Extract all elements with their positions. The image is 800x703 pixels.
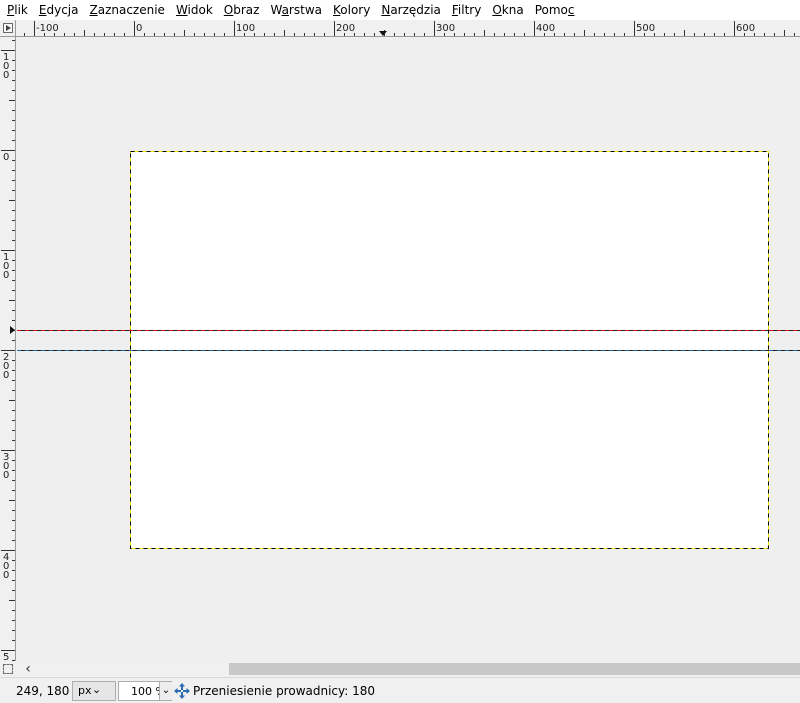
- ruler-label: 0: [3, 152, 9, 163]
- unit-select[interactable]: px ⌄: [72, 681, 116, 701]
- menu-item-edycja[interactable]: Edycja: [34, 0, 85, 20]
- ruler-label: 200: [3, 352, 9, 381]
- horizontal-guide[interactable]: [17, 350, 800, 351]
- horizontal-ruler[interactable]: -100 0 100 200 300 400 500 600: [16, 20, 800, 37]
- ruler-label: 400: [536, 23, 555, 34]
- ruler-pointer-marker: [379, 31, 387, 36]
- menu-item-narzędzia[interactable]: Narzędzia: [376, 0, 447, 20]
- navigation-menu-button[interactable]: [3, 23, 13, 33]
- menu-item-warstwa[interactable]: Warstwa: [265, 0, 328, 20]
- status-message: Przeniesienie prowadnicy: 180: [193, 684, 376, 698]
- menu-item-pomoc[interactable]: Pomoc: [530, 0, 581, 20]
- statusbar: 249, 180 px ⌄ 100 % ⌄ Przeniesienie prow…: [0, 677, 800, 703]
- vertical-ruler-graphic: 1 0 0 0 1 0 0 2 0 0 3 0 0 4 0 0 5: [1, 40, 15, 661]
- pointer-coordinates: 249, 180: [16, 684, 70, 698]
- menu-item-widok[interactable]: Widok: [171, 0, 219, 20]
- vertical-ruler[interactable]: 100 0 100 200 300 400 5: [0, 37, 16, 661]
- menu-item-plik[interactable]: Plik: [2, 0, 34, 20]
- menu-item-okna[interactable]: Okna: [487, 0, 529, 20]
- unit-value: px: [78, 684, 92, 697]
- ruler-pointer-marker: [10, 326, 15, 334]
- chevron-down-icon: ⌄: [92, 683, 102, 696]
- ruler-label: 300: [3, 452, 9, 481]
- canvas-area[interactable]: [17, 38, 800, 661]
- ruler-label: 5: [3, 652, 9, 661]
- ruler-label: 500: [636, 23, 655, 34]
- ruler-label: 0: [136, 23, 142, 34]
- ruler-label: -100: [36, 23, 59, 34]
- ruler-label: 200: [336, 23, 355, 34]
- ruler-label: 600: [736, 23, 755, 34]
- navigate-icon[interactable]: [3, 664, 13, 674]
- ruler-corner: [0, 20, 16, 37]
- scroll-left-icon[interactable]: ‹: [20, 661, 36, 677]
- ruler-label: 100: [3, 52, 9, 81]
- ruler-label: 100: [3, 252, 9, 281]
- horizontal-ruler-graphic: -100 0 100 200 300 400 500 600: [24, 21, 795, 36]
- menu-item-kolory[interactable]: Kolory: [328, 0, 376, 20]
- scrollbar-thumb[interactable]: [229, 663, 800, 675]
- ruler-label: 300: [436, 23, 455, 34]
- ruler-label: 100: [236, 23, 255, 34]
- ruler-label: 400: [3, 552, 9, 581]
- zoom-dropdown-button[interactable]: ⌄: [159, 682, 172, 700]
- menubar: Plik Edycja Zaznaczenie Widok Obraz Warstwa Ko…: [0, 0, 800, 20]
- horizontal-guide-active[interactable]: [17, 330, 800, 331]
- menu-item-filtry[interactable]: Filtry: [447, 0, 487, 20]
- menu-item-zaznaczenie[interactable]: Zaznaczenie: [84, 0, 170, 20]
- horizontal-scrollbar[interactable]: ‹: [0, 661, 800, 677]
- menu-item-obraz[interactable]: Obraz: [219, 0, 266, 20]
- zoom-combobox[interactable]: 100 % ⌄: [118, 681, 172, 701]
- move-icon: [174, 683, 190, 699]
